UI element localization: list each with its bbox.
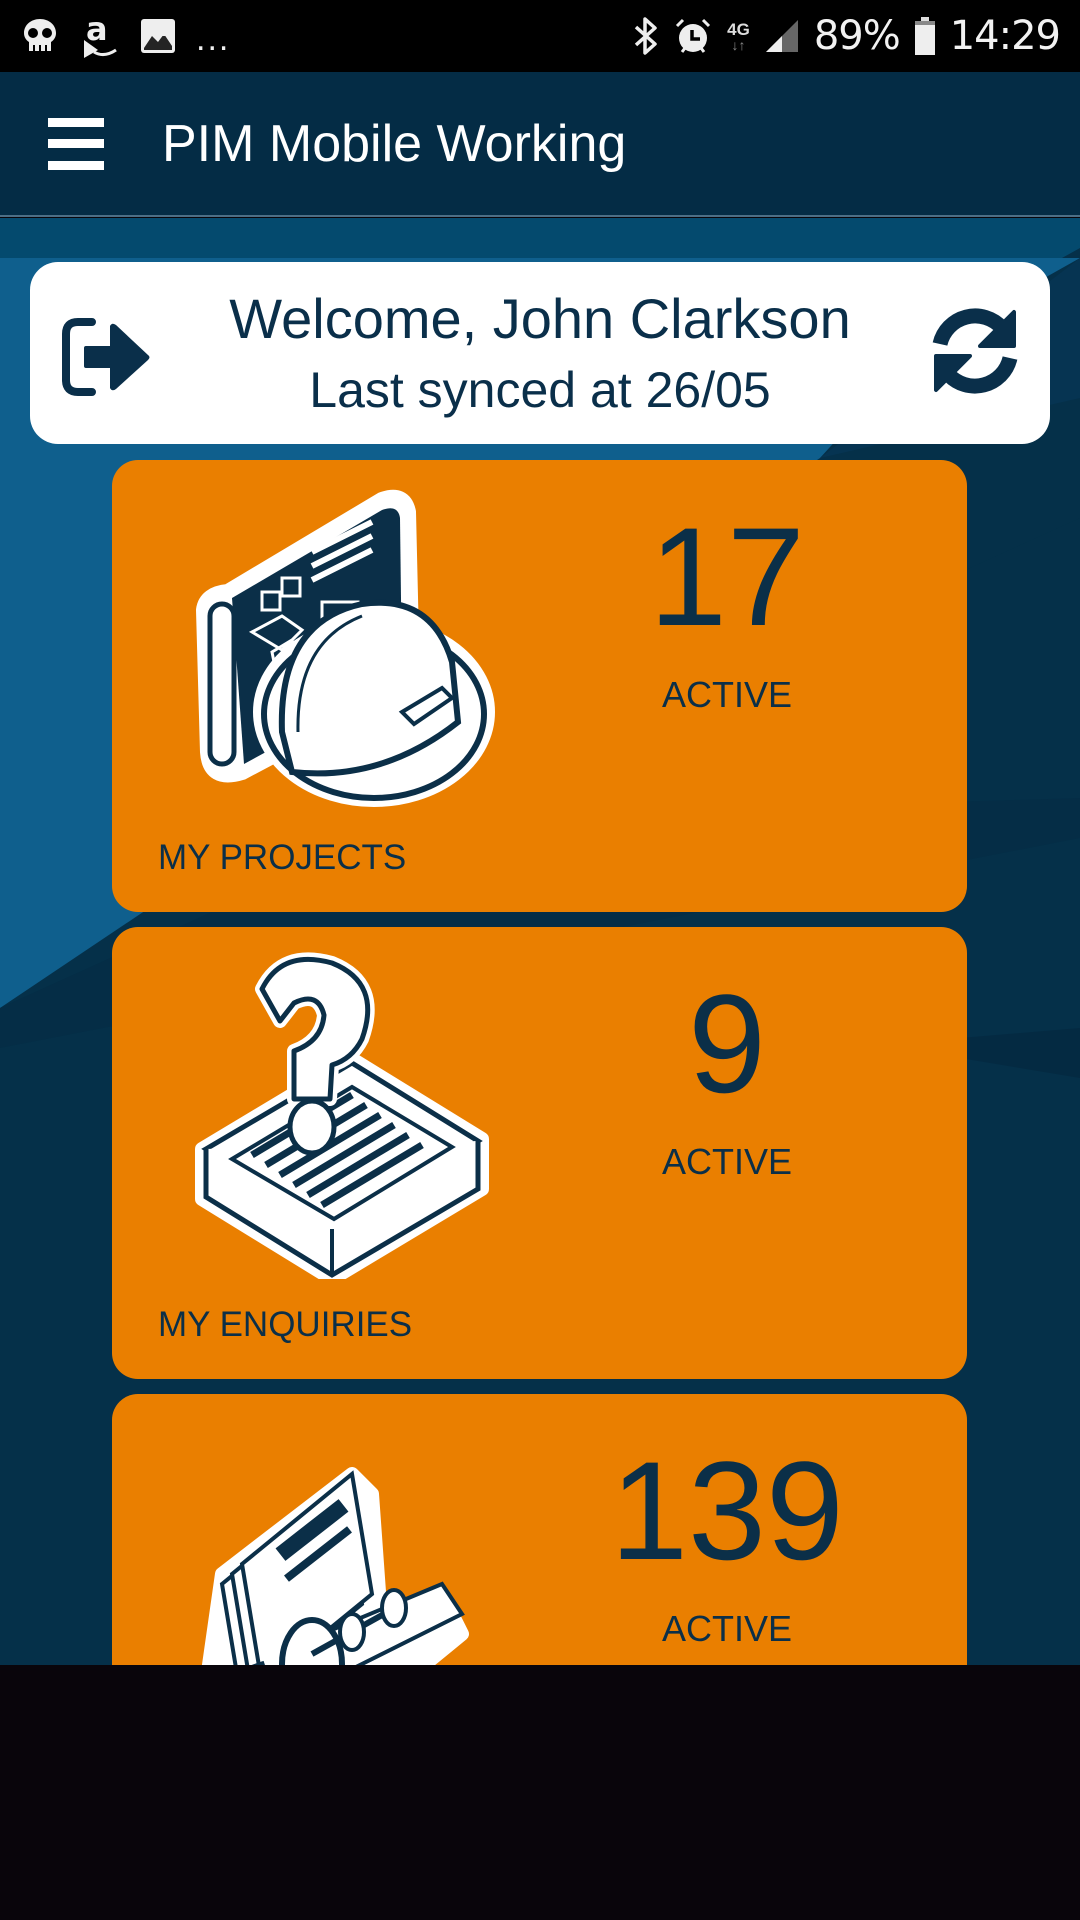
- tile-contacts[interactable]: 139 ACTIVE: [112, 1394, 967, 1665]
- bluetooth-icon: [633, 16, 659, 56]
- welcome-text: Welcome, John Clarkson Last synced at 26…: [30, 284, 1050, 426]
- status-notifications: a ...: [20, 12, 230, 60]
- status-system: 4G ↓↑ 89% 14:29: [633, 13, 1061, 59]
- network-type-label: 4G: [727, 19, 750, 39]
- more-notifications-indicator: ...: [196, 20, 231, 58]
- tile-label: MY ENQUIRIES: [158, 1305, 413, 1344]
- hard-hat-blueprint-icon: [182, 482, 512, 812]
- question-inbox-icon: [182, 949, 512, 1286]
- tile-count: 139: [610, 1432, 844, 1589]
- battery-icon: [914, 16, 936, 56]
- battery-percentage: 89%: [813, 13, 901, 59]
- tile-status: ACTIVE: [661, 674, 793, 715]
- last-synced-label: Last synced at 26/05: [309, 362, 771, 418]
- clock: 14:29: [949, 13, 1061, 59]
- signal-icon: [764, 18, 800, 54]
- gallery-icon: [140, 18, 176, 54]
- app-bar: PIM Mobile Working: [0, 72, 1080, 217]
- tile-status: ACTIVE: [661, 1141, 793, 1182]
- sync-icon[interactable]: [930, 306, 1020, 396]
- welcome-card: Welcome, John Clarkson Last synced at 26…: [30, 262, 1050, 444]
- tile-status: ACTIVE: [661, 1608, 793, 1649]
- hamburger-menu-icon[interactable]: [48, 117, 104, 170]
- tile-my-projects[interactable]: 17 ACTIVE MY PROJECTS: [112, 460, 967, 912]
- welcome-greeting: Welcome, John Clarkson: [229, 287, 851, 350]
- rolodex-icon: [182, 1434, 512, 1665]
- data-arrows-icon: ↓↑: [731, 36, 746, 53]
- tile-my-enquiries[interactable]: 9 ACTIVE MY ENQUIRIES: [112, 927, 967, 1379]
- tile-count: 17: [649, 498, 805, 655]
- alarm-icon: [673, 16, 713, 56]
- status-bar: a ... 4G ↓↑ 89% 14:29: [0, 0, 1080, 72]
- ghost-notification-icon: [20, 16, 60, 56]
- tile-count: 9: [688, 965, 766, 1122]
- svg-text:a: a: [86, 12, 108, 48]
- app-title: PIM Mobile Working: [162, 114, 627, 173]
- amazon-icon: a: [80, 12, 120, 60]
- network-4g-icon: 4G ↓↑: [727, 21, 750, 52]
- empty-bottom-area: [0, 1665, 1080, 1920]
- tile-label: MY PROJECTS: [158, 838, 407, 877]
